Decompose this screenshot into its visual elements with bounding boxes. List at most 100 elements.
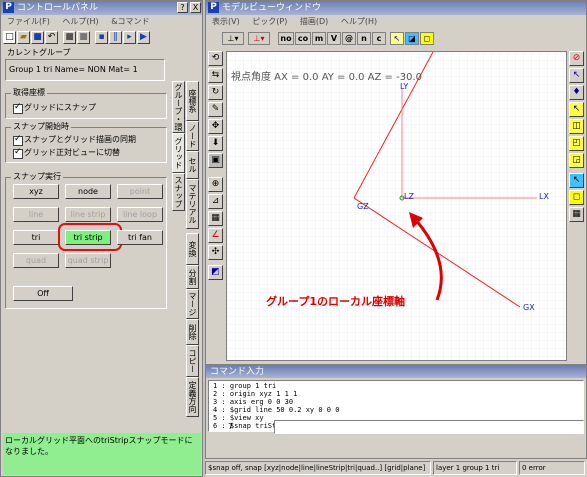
- tab-group-env[interactable]: グループ・環境設定: [172, 81, 185, 133]
- pick-edge-icon[interactable]: ↖: [569, 102, 584, 117]
- help-button[interactable]: ?: [177, 2, 188, 13]
- menu-help[interactable]: ヘルプ(H): [62, 17, 98, 26]
- snap-tri-strip-button[interactable]: tri strip: [65, 230, 111, 245]
- grid-plane-icon[interactable]: ▦: [208, 211, 223, 226]
- toggle-no-button[interactable]: no: [278, 32, 294, 45]
- status-bar: $snap off, snap [xyz|node|line|lineStrip…: [205, 459, 587, 477]
- snap-point-button[interactable]: point: [117, 184, 163, 199]
- snap-xyz-button[interactable]: xyz: [13, 184, 59, 199]
- history-line: 2 : origin xyz 1 1 1: [213, 390, 298, 398]
- new-file-icon[interactable]: □: [3, 31, 16, 44]
- rotate-x-icon[interactable]: ⇆: [208, 68, 223, 83]
- snap-tri-fan-button[interactable]: tri fan: [117, 230, 163, 245]
- command-input-titlebar[interactable]: コマンド入力: [206, 366, 586, 378]
- history-line: 4 : $grid line 50 0.2 xy 0 0 0: [213, 406, 340, 414]
- pick-point-icon[interactable]: ↖: [569, 68, 584, 83]
- rotate-y-icon[interactable]: ⟲: [208, 51, 223, 66]
- tab-trans[interactable]: 変換: [186, 233, 199, 265]
- solid-multi-icon[interactable]: ◲: [569, 153, 584, 168]
- close-button[interactable]: X: [190, 2, 201, 13]
- record-icon[interactable]: ■: [77, 31, 90, 44]
- command-input-title: コマンド入力: [210, 367, 265, 377]
- pause-icon[interactable]: ‖: [109, 31, 122, 44]
- select-cursor-icon[interactable]: ↖: [569, 173, 584, 188]
- skip-icon[interactable]: ▸: [123, 31, 136, 44]
- pan-icon[interactable]: ✥: [208, 119, 223, 134]
- grid-snap-checkbox[interactable]: ✓ グリッドにスナップ: [13, 102, 96, 114]
- sync-checkbox[interactable]: ✓ スナップとグリッド描画の同期: [13, 134, 136, 146]
- tab-node[interactable]: ノード: [186, 121, 199, 151]
- control-panel-titlebar[interactable]: P コントロールパネル ? X: [1, 1, 202, 15]
- open-folder-icon[interactable]: ▰: [17, 31, 30, 44]
- tab-material[interactable]: マテリアル: [186, 179, 199, 229]
- axis-move-icon[interactable]: ⊥▾: [222, 32, 244, 45]
- step-icon[interactable]: ▪: [95, 31, 108, 44]
- rotate-z-icon[interactable]: ↻: [208, 85, 223, 100]
- pick-mode-icon[interactable]: ↖: [390, 32, 404, 45]
- axis-rotate-icon[interactable]: ⊥▾: [248, 32, 270, 45]
- render-icon[interactable]: ◩: [208, 265, 223, 280]
- crosshair-icon[interactable]: ✣: [208, 245, 223, 260]
- menu-draw[interactable]: 描画(D): [300, 17, 328, 26]
- viewport[interactable]: 視点角度 AX = 0.0 AY = 0.0 AZ = -30.0 LY LX …: [226, 51, 567, 361]
- face-icon[interactable]: ◫: [569, 119, 584, 134]
- toggle-m-button[interactable]: m: [312, 32, 326, 45]
- tab-coord[interactable]: 座標系: [186, 81, 199, 121]
- toggle-v-button[interactable]: V: [327, 32, 341, 45]
- table-icon[interactable]: ▦: [569, 207, 584, 222]
- play-icon[interactable]: ▶: [137, 31, 150, 44]
- history-line: 1 : group 1 tri: [213, 382, 277, 390]
- snap-line-loop-button[interactable]: line loop: [117, 207, 163, 222]
- sync-label: スナップとグリッド描画の同期: [24, 135, 136, 144]
- snap-line-strip-button[interactable]: line strip: [65, 207, 111, 222]
- measure-icon[interactable]: ∠: [208, 228, 223, 243]
- toggle-c-button[interactable]: c: [372, 32, 386, 45]
- snap-quad-button[interactable]: quad: [13, 253, 59, 268]
- frame-icon[interactable]: ▣: [208, 153, 223, 168]
- snap-quad-strip-button[interactable]: quad strip: [65, 253, 111, 268]
- undo-icon[interactable]: ↶: [45, 31, 58, 44]
- menu-view[interactable]: 表示(V): [212, 17, 240, 26]
- tab-grid[interactable]: グリッド: [172, 133, 185, 173]
- menu-file[interactable]: ファイル(F): [7, 17, 50, 26]
- snap-line-button[interactable]: line: [13, 207, 59, 222]
- command-input-field[interactable]: [274, 420, 584, 434]
- select-box-icon[interactable]: ◻: [420, 32, 434, 45]
- edit-pen-icon[interactable]: ✎: [208, 102, 223, 117]
- snap-tri-button[interactable]: tri: [13, 230, 59, 245]
- tab-split[interactable]: 分割: [186, 265, 199, 289]
- control-panel-menubar: ファイル(F) ヘルプ(H) &コマンド: [1, 15, 202, 29]
- tab-snap[interactable]: スナップ: [172, 173, 185, 211]
- menu-command[interactable]: &コマンド: [111, 17, 149, 26]
- no-entry-icon[interactable]: ⊘: [569, 51, 584, 66]
- grid-background: [227, 52, 566, 360]
- tab-copy[interactable]: コピー: [186, 345, 199, 377]
- color-cube-icon[interactable]: ◪: [405, 32, 419, 45]
- tab-cell[interactable]: セル: [186, 151, 199, 179]
- current-group-label: カレントグループ: [7, 48, 71, 57]
- stop-icon[interactable]: ■: [63, 31, 76, 44]
- toggle-co-button[interactable]: co: [295, 32, 311, 45]
- tab-define[interactable]: 定義方向: [186, 377, 199, 417]
- sphere-icon[interactable]: ⊕: [208, 177, 223, 192]
- viewport-canvas[interactable]: [227, 52, 567, 361]
- box-select-icon[interactable]: ◻: [569, 190, 584, 205]
- solid-icon[interactable]: ◰: [569, 136, 584, 151]
- plane-icon[interactable]: ⊿: [208, 194, 223, 209]
- zoom-down-icon[interactable]: ⬇: [208, 136, 223, 151]
- model-view-titlebar[interactable]: P モデルビューウィンドウ: [206, 1, 586, 15]
- current-group-value: Group 1 tri Name= NON Mat= 1: [5, 59, 165, 81]
- tab-delete[interactable]: 削除: [186, 319, 199, 345]
- annotation-text: グループ1のローカル座標軸: [266, 295, 405, 308]
- snap-off-button[interactable]: Off: [13, 286, 73, 301]
- save-icon[interactable]: ■: [31, 31, 44, 44]
- snap-node-button[interactable]: node: [65, 184, 111, 199]
- toggle-at-button[interactable]: @: [342, 32, 356, 45]
- status-hint: $snap off, snap [xyz|node|line|lineStrip…: [205, 461, 431, 475]
- toggle-n-button[interactable]: n: [357, 32, 371, 45]
- grid-view-checkbox[interactable]: ✓ グリッド正対ビューに切替: [13, 147, 120, 159]
- dot-icon[interactable]: ♦: [569, 85, 584, 100]
- menu-pick[interactable]: ピック(P): [252, 17, 287, 26]
- menu-help[interactable]: ヘルプ(H): [341, 17, 377, 26]
- tab-merge[interactable]: マージ: [186, 289, 199, 319]
